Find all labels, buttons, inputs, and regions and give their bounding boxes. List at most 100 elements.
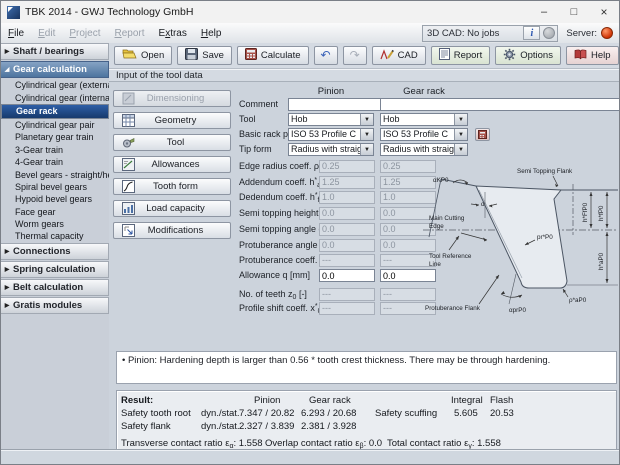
sidebar-item-4-gear-train[interactable]: 4-Gear train [1,156,109,168]
sidebar-item-hypoid-bevel-gears[interactable]: Hypoid bevel gears [1,193,109,205]
sidebar-section-belt-calculation[interactable]: ▶Belt calculation [1,279,109,296]
collapsed-triangle-icon: ▶ [1,266,13,273]
sidebar-item-face-gear[interactable]: Face gear [1,206,109,218]
sidebar-item-planetary-gear-train[interactable]: Planetary gear train [1,131,109,143]
calculator-icon [245,48,257,63]
sidebar-section-label: Gear calculation [13,64,87,75]
sidebar-item-bevel-gears-straight-helical[interactable]: Bevel gears - straight/helical [1,168,109,180]
warning-message-box: • Pinion: Hardening depth is larger than… [116,351,617,384]
sidebar-item-spiral-bevel-gears[interactable]: Spiral bevel gears [1,181,109,193]
sidebar-section-gear-calculation[interactable]: ◢Gear calculation [1,61,109,78]
column-header-pinion: Pinion [288,86,374,97]
pinion-allowance-q-input[interactable] [319,269,375,282]
close-icon[interactable]: × [589,1,619,23]
tool-profile-diagram: h*FfP0 h*fP0 h*aP0 Semi Topping Flank αK… [421,142,619,332]
pinion-tip-form-select[interactable]: Radius with straight...▼ [288,143,374,156]
undo-icon: ↶ [321,50,331,62]
select-value: ISO 53 Profile C [381,129,454,140]
collapsed-triangle-icon: ▶ [1,284,13,291]
maximize-icon[interactable]: □ [559,1,589,23]
cad-status-box: 3D CAD: No jobs i [422,25,558,42]
collapsed-triangle-icon: ▶ [1,48,13,55]
select-value: Radius with straight... [289,144,360,155]
tool-data-panel: DimensioningGeometryToolAllowancesTooth … [109,81,619,451]
field-label: Allowance q [mm] [239,270,310,280]
sidebar-item-gear-rack[interactable]: Gear rack [1,104,109,119]
context-status-line: Input of the tool data [109,69,619,81]
pinion-basic-rack-profile-select[interactable]: ISO 53 Profile C▼ [288,128,374,141]
menu-bar: FileEditProjectReportExtrasHelp 3D CAD: … [1,23,619,44]
label-pr-p0: pr*P0 [537,234,553,241]
results-col-integral: Integral [451,395,483,406]
sidebar-item-cylindrical-gear-external[interactable]: Cylindrical gear (external) [1,79,109,91]
gear-rack-comment-input[interactable] [380,98,620,111]
open-folder-icon [122,48,137,63]
toolbar-button-label: Report [454,50,483,61]
sidebar-section-label: Connections [13,246,71,257]
sidebar-section-connections[interactable]: ▶Connections [1,243,109,260]
report-button[interactable]: Report [431,46,491,65]
options-button[interactable]: Options [495,46,561,65]
total-contact-ratio: Total contact ratio εγ: 1.558 [387,438,501,450]
bottom-strip [1,450,619,464]
sidebar-item-3-gear-train[interactable]: 3-Gear train [1,144,109,156]
pinion-edge-radius-coeff-field: 0.25 [319,160,375,173]
collapsed-triangle-icon: ▶ [1,302,13,309]
sidebar-item-worm-gears[interactable]: Worm gears [1,218,109,230]
form-row-tool: Tool Hob▼ Hob▼ [109,113,619,126]
minimize-icon[interactable]: – [529,1,559,23]
pinion-tool-select[interactable]: Hob▼ [288,113,374,126]
dim-h-fp0: h*fP0 [598,205,605,221]
menu-item-file[interactable]: File [1,28,31,39]
sidebar-section-gratis-modules[interactable]: ▶Gratis modules [1,297,109,314]
cad-icon [380,48,394,63]
column-header-gear-rack: Gear rack [380,86,468,97]
open-button[interactable]: Open [114,46,172,65]
app-icon [7,6,20,19]
label-tool-reference-line-2: Line [429,261,441,268]
menu-item-edit: Edit [31,28,62,39]
gear-rack-tool-select[interactable]: Hob▼ [380,113,468,126]
label-rho-ap0: ρ*aP0 [569,297,587,304]
rack-edit-icon [478,127,487,142]
label-tool-reference-line-1: Tool Reference [429,253,472,260]
calculate-button[interactable]: Calculate [237,46,309,65]
undo-button[interactable]: ↶ [314,46,338,65]
save-button[interactable]: Save [177,46,232,65]
sidebar-item-cylindrical-gear-internal[interactable]: Cylindrical gear (internal) [1,91,109,103]
field-label: Tip form [239,144,272,154]
info-icon[interactable]: i [523,26,540,40]
redo-icon: ↷ [350,50,360,62]
label-main-cutting-edge-2: Edge [429,223,444,230]
sidebar-item-cylindrical-gear-pair[interactable]: Cylindrical gear pair [1,119,109,131]
title-bar: TBK 2014 - GWJ Technology GmbH –□× [1,1,619,24]
warning-text: • Pinion: Hardening depth is larger than… [122,355,550,366]
help-button[interactable]: Help [566,46,619,65]
sidebar-section-spring-calculation[interactable]: ▶Spring calculation [1,261,109,278]
pinion-semi-topping-angle-field: 0.0 [319,223,375,236]
results-col-gear-rack: Gear rack [309,395,351,406]
chevron-down-icon: ▼ [360,144,373,155]
pinion-protuberance-coeff-pr-field: --- [319,254,375,267]
menu-item-report: Report [107,28,151,39]
menu-item-project: Project [62,28,107,39]
menu-item-extras[interactable]: Extras [152,28,194,39]
cad-button[interactable]: CAD [372,46,426,65]
field-label: Tool [239,114,256,124]
pinion-semi-topping-height-h-field: 0.0 [319,207,375,220]
form-row-basic-rack-profile: Basic rack profileISO 53 Profile C▼ISO 5… [109,128,619,141]
sidebar-section-shaft-bearings[interactable]: ▶Shaft / bearings [1,43,109,60]
sidebar-item-thermal-capacity[interactable]: Thermal capacity [1,230,109,242]
result-row-tooth-root: Safety tooth root dyn./stat. 7.347 / 20.… [117,408,616,421]
label-protuberance-flank: Protuberance Flank [425,305,481,312]
save-floppy-icon [185,48,198,63]
server-status-dot [601,27,613,39]
toolbar-button-label: CAD [398,50,418,61]
results-col-flash: Flash [490,395,513,406]
navigation-sidebar: ▶Shaft / bearings◢Gear calculationCylind… [1,43,110,451]
select-value: ISO 53 Profile C [289,129,360,140]
basic-rack-profile-edit-button[interactable] [475,128,490,141]
gear-rack-basic-rack-profile-select[interactable]: ISO 53 Profile C▼ [380,128,468,141]
pinion-dedendum-coeff-h-field: 1.0 [319,191,375,204]
menu-item-help[interactable]: Help [194,28,229,39]
